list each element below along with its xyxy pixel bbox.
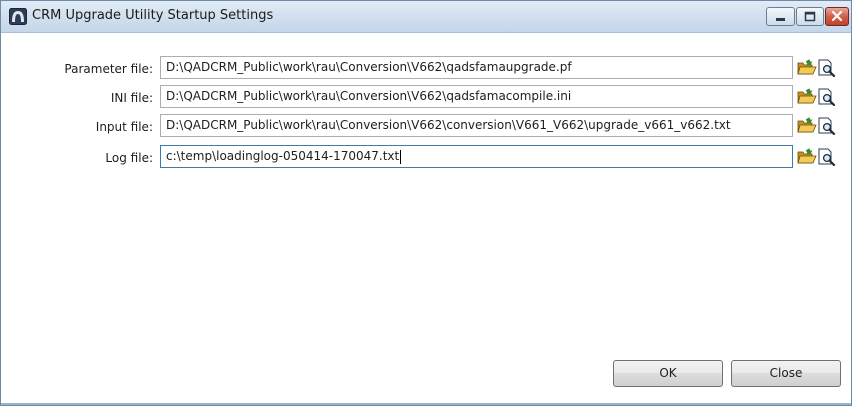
open-folder-icon [797,148,817,164]
document-magnifier-icon [818,148,836,167]
parameter-file-view-button[interactable] [817,59,837,81]
document-magnifier-icon [818,117,836,136]
parameter-file-label: Parameter file: [64,62,153,76]
minimize-icon [776,18,785,21]
minimize-button[interactable] [766,7,795,26]
ok-button[interactable]: OK [613,360,723,387]
parameter-file-browse-button[interactable] [797,59,817,81]
window-title: CRM Upgrade Utility Startup Settings [32,8,274,23]
ini-file-field[interactable]: D:\QADCRM_Public\work\rau\Conversion\V66… [160,85,793,108]
window-bottom-border [1,403,851,405]
maximize-button[interactable] [796,7,824,26]
dialog-window: CRM Upgrade Utility Startup Settings Par… [0,0,852,406]
ini-file-view-button[interactable] [817,88,837,110]
ini-file-label: INI file: [110,91,153,105]
parameter-file-field[interactable]: D:\QADCRM_Public\work\rau\Conversion\V66… [160,56,793,79]
close-window-button[interactable] [825,7,849,26]
input-file-browse-button[interactable] [797,117,817,139]
open-folder-icon [797,117,817,133]
maximize-icon [804,11,816,22]
close-button[interactable]: Close [731,360,841,387]
close-icon [831,10,843,22]
log-file-view-button[interactable] [817,148,837,170]
log-file-value: c:\temp\loadinglog-050414-170047.txt [166,149,400,163]
app-window-icon [9,8,27,25]
document-magnifier-icon [818,59,836,78]
open-folder-icon [797,88,817,104]
input-file-view-button[interactable] [817,117,837,139]
title-bar[interactable]: CRM Upgrade Utility Startup Settings [1,1,851,33]
input-file-field[interactable]: D:\QADCRM_Public\work\rau\Conversion\V66… [160,114,793,137]
log-file-label: Log file: [105,151,153,165]
document-magnifier-icon [818,88,836,107]
input-file-label: Input file: [95,120,153,134]
ini-file-browse-button[interactable] [797,88,817,110]
text-caret [400,149,402,164]
log-file-browse-button[interactable] [797,148,817,170]
open-folder-icon [797,59,817,75]
log-file-field[interactable]: c:\temp\loadinglog-050414-170047.txt [160,145,793,168]
